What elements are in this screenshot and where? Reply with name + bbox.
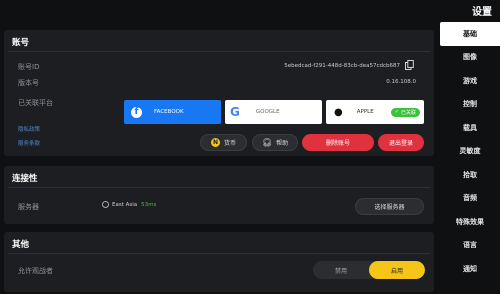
apple-login-button[interactable]: ● APPLE ✓ 已关联 (326, 100, 424, 124)
toggle-off-label: 禁用 (334, 267, 347, 275)
divider (8, 51, 430, 52)
headset-icon: 🎧︎ (261, 138, 273, 147)
sidebar-item-graphics[interactable]: 图像 (440, 46, 500, 70)
logout-button[interactable]: 退出登录 (378, 134, 424, 151)
currency-button[interactable]: N 货币 (200, 134, 247, 151)
server-name: East Asia (112, 201, 138, 208)
toggle-off-option[interactable]: 禁用 (313, 261, 369, 279)
coin-icon: N (210, 138, 220, 147)
account-id-value: 5ebedcad-f291-448d-83cb-dea57cdcb687 (284, 63, 400, 69)
logout-label: 退出登录 (388, 140, 413, 147)
apple-label: APPLE (356, 109, 374, 115)
google-label: GOOGLE (255, 109, 280, 115)
delete-account-label: 删除账号 (325, 140, 350, 147)
delete-account-button[interactable]: 删除账号 (302, 134, 374, 151)
facebook-icon: f (131, 106, 142, 118)
sidebar-item-effects[interactable]: 特殊效果 (440, 210, 500, 234)
account-section-title: 账号 (12, 38, 30, 48)
connectivity-panel: 连接性 服务器 East Asia 53ms 选择服务器 (4, 166, 434, 224)
divider (8, 187, 430, 188)
help-label: 帮助 (276, 140, 289, 147)
settings-sidebar: 基础 图像 游戏 控制 载具 灵敏度 拾取 音频 特殊效果 语言 通知 (440, 22, 500, 281)
apple-status-text: 已关联 (400, 109, 416, 116)
sidebar-item-pickup[interactable]: 拾取 (440, 163, 500, 187)
sidebar-item-sensitivity[interactable]: 灵敏度 (440, 140, 500, 164)
sidebar-item-game[interactable]: 游戏 (440, 69, 500, 93)
settings-title: 设置 (472, 7, 492, 18)
account-id-label: 账号ID (18, 63, 40, 71)
sidebar-item-notifications[interactable]: 通知 (440, 257, 500, 281)
toggle-on-label: 启用 (390, 267, 403, 275)
sidebar-item-vehicles[interactable]: 载具 (440, 116, 500, 140)
allow-spectators-label: 允许观战者 (18, 267, 53, 275)
apple-linked-badge: ✓ 已关联 (390, 107, 420, 117)
check-icon: ✓ (394, 109, 399, 115)
ping-value: 53ms (141, 201, 157, 208)
toggle-on-option[interactable]: 启用 (369, 261, 425, 279)
copy-icon[interactable] (405, 60, 414, 70)
other-panel: 其他 允许观战者 禁用 启用 (4, 232, 434, 292)
google-login-button[interactable]: G GOOGLE (225, 100, 322, 124)
sidebar-item-controls[interactable]: 控制 (440, 93, 500, 117)
sidebar-item-basic[interactable]: 基础 (440, 22, 500, 46)
server-label: 服务器 (18, 203, 39, 211)
google-icon: G (230, 105, 240, 119)
divider (8, 253, 430, 254)
other-section-title: 其他 (12, 240, 30, 250)
help-button[interactable]: 🎧︎ 帮助 (252, 134, 298, 151)
terms-of-service-link[interactable]: 服务条款 (18, 139, 40, 147)
spectator-toggle[interactable]: 禁用 启用 (313, 261, 425, 279)
facebook-label: FACEBOOK (154, 109, 184, 115)
sidebar-item-language[interactable]: 语言 (440, 234, 500, 258)
privacy-policy-link[interactable]: 隐私政策 (18, 125, 40, 133)
select-server-label: 选择服务器 (374, 204, 405, 211)
sidebar-item-audio[interactable]: 音频 (440, 187, 500, 211)
currency-label: 货币 (223, 140, 236, 147)
globe-icon (102, 201, 109, 208)
version-label: 版本号 (18, 79, 39, 87)
version-value: 0.16.108.0 (386, 79, 416, 85)
select-server-button[interactable]: 选择服务器 (355, 198, 424, 215)
apple-icon: ● (334, 106, 343, 118)
facebook-login-button[interactable]: f FACEBOOK (124, 100, 221, 124)
server-info: East Asia 53ms (102, 201, 156, 208)
connectivity-section-title: 连接性 (12, 174, 38, 184)
linked-platforms-label: 已关联平台 (18, 99, 53, 107)
